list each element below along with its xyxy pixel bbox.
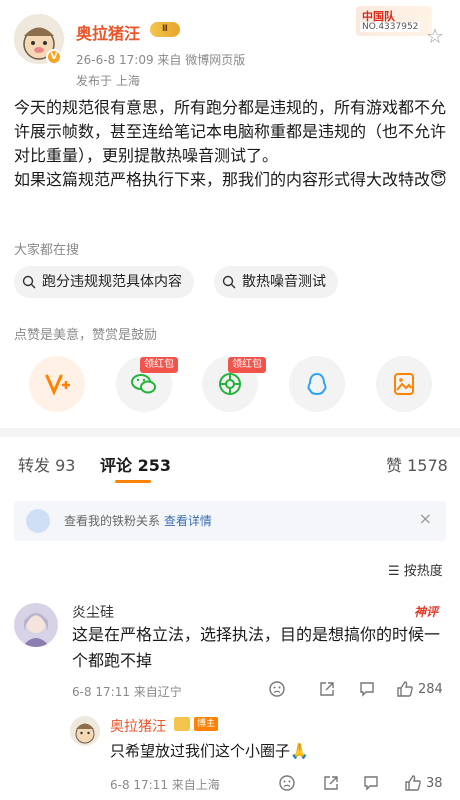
close-icon[interactable]: × [419,509,432,528]
reply-reply-button[interactable] [362,774,380,792]
like-hint: 点赞是美意，赞赏是鼓励 [14,328,158,343]
tab-comments-count: 253 [137,456,171,475]
comment-icon [364,776,378,791]
tab-likes[interactable]: 赞 1578 [386,452,448,476]
verified-badge: V [46,49,62,65]
reply-author-name[interactable]: 奥拉猪汪 [110,716,166,736]
comment-like-count: 284 [418,681,443,697]
post-paragraph: 今天的规范很有意思，所有跑分都是违规的，所有游戏都不允许展示帧数，甚至连给笔记本… [14,98,447,165]
post-content: 今天的规范很有意思，所有跑分都是违规的，所有游戏都不允许展示帧数，甚至连给笔记本… [14,96,450,192]
commenter-avatar[interactable] [14,603,58,647]
hot-search-title: 大家都在搜 [14,243,80,258]
commenter-name[interactable]: 炎尘硅 [72,602,114,622]
wechat-icon [131,374,156,394]
reply-text: 只希望放过我们这个小圈子🙏 [110,742,309,760]
qq-icon [307,372,327,396]
section-divider [0,428,460,437]
search-chip-label: 散热噪音测试 [242,274,326,290]
reply-meta: 6-8 17:11 来自上海 [110,778,220,792]
comment-dislike-button[interactable] [268,680,286,698]
supertopic-button[interactable] [29,356,85,412]
supertopic-icon [45,374,70,396]
comment-reply-button[interactable] [358,680,376,698]
search-icon [222,275,236,289]
thumbs-up-icon [397,681,413,697]
red-packet-tag: 领红包 [140,357,178,373]
sort-label: 按热度 [403,564,443,579]
author-name[interactable]: 奥拉猪汪 [76,20,140,44]
reply-like-button[interactable]: 38 [404,774,443,792]
sort-icon: ☰ [388,564,400,579]
favorite-star-icon[interactable]: ☆ [426,24,444,48]
search-chip[interactable]: 跑分违规规范具体内容 [14,266,194,298]
moments-icon [219,373,241,395]
comment-meta: 6-8 17:11 来自辽宁 [72,685,182,699]
crown-icon [174,717,190,731]
fans-relation-bar[interactable]: 查看我的铁粉关系 查看详情 × [14,501,446,541]
thumbs-up-icon [405,775,421,791]
fans-relation-text: 查看我的铁粉关系 查看详情 [64,512,212,529]
tab-comments-label: 评论 [100,456,133,475]
reply-avatar[interactable] [70,716,100,746]
post-time-source: 26-6-8 17:09 来自 微博网页版 [76,53,246,67]
tab-comments[interactable]: 评论 253 [100,452,171,476]
post-location: 发布于 上海 [76,74,140,88]
level-badge: Ⅱ [150,22,180,37]
unhappy-face-icon [279,775,295,791]
search-chip[interactable]: 散热噪音测试 [214,266,338,298]
reply-share-button[interactable] [322,774,340,792]
unhappy-face-icon [269,681,285,697]
hot-comment-badge: 神评 [414,605,439,619]
search-chip-label: 跑分违规规范具体内容 [42,274,182,290]
qq-share-button[interactable] [289,356,345,412]
fans-relation-label: 查看我的铁粉关系 [64,514,161,528]
fans-relation-link[interactable]: 查看详情 [164,514,212,528]
fan-badge-number: NO.4337952 [360,22,421,32]
comment-like-button[interactable]: 284 [396,680,443,698]
share-icon [324,776,338,790]
comment-share-button[interactable] [318,680,336,698]
author-badge: 博主 [194,717,219,731]
sort-button[interactable]: ☰ 按热度 [388,560,443,579]
search-icon [22,275,36,289]
fans-diamond-icon [26,509,50,533]
red-packet-tag: 领红包 [228,357,266,373]
share-icon [320,682,334,696]
comment-text: 这是在严格立法，选择执法，目的是想搞你的时候一个都跑不掉 [72,625,441,670]
save-image-button[interactable] [376,356,432,412]
tab-repost[interactable]: 转发 93 [18,452,75,476]
reply-like-count: 38 [426,775,443,791]
post-paragraph: 如果这篇规范严格执行下来，那我们的内容形式得大改特改😇 [14,170,447,189]
tab-indicator [115,480,151,483]
fan-badge[interactable]: 中国队 NO.4337952 [356,6,432,36]
reply-dislike-button[interactable] [278,774,296,792]
comment-icon [360,682,374,697]
save-image-icon [394,373,414,395]
